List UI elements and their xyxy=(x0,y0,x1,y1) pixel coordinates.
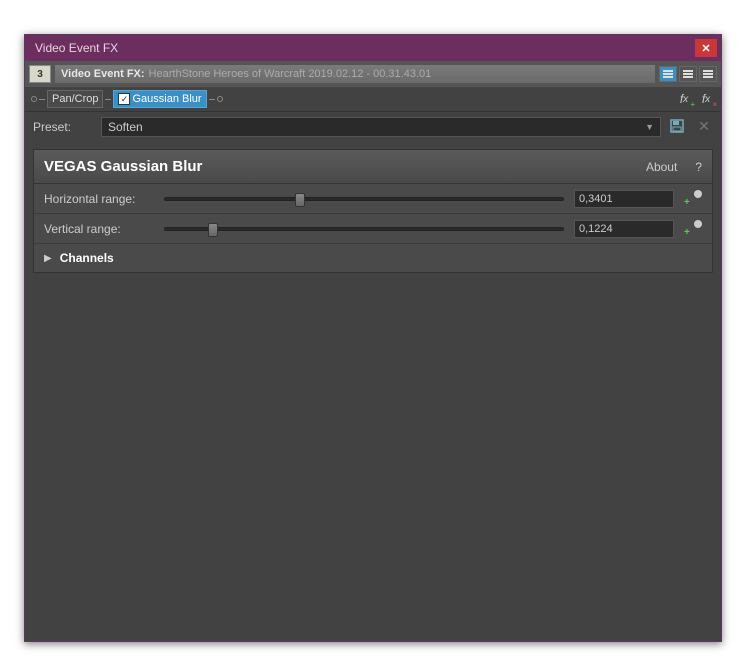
list-icon xyxy=(703,70,713,78)
vertical-range-label: Vertical range: xyxy=(44,222,154,236)
gaussian-blur-node[interactable]: ✓ Gaussian Blur xyxy=(113,90,206,108)
chain-label: Video Event FX: HearthStone Heroes of Wa… xyxy=(55,65,655,83)
keyframe-icon xyxy=(694,220,702,228)
animate-horizontal-button[interactable]: + xyxy=(684,190,702,208)
fx-chain-row: Pan/Crop ✓ Gaussian Blur fx+ fx× xyxy=(25,87,721,111)
chain-connector xyxy=(105,99,111,100)
horizontal-range-row: Horizontal range: 0,3401 + xyxy=(34,184,712,214)
vertical-range-value[interactable]: 0,1224 xyxy=(574,220,674,238)
titlebar[interactable]: Video Event FX xyxy=(25,35,721,61)
preset-label: Preset: xyxy=(33,120,93,134)
view-small-button[interactable] xyxy=(699,66,717,82)
floppy-icon xyxy=(669,118,685,134)
vertical-range-slider[interactable] xyxy=(164,227,564,231)
save-preset-button[interactable] xyxy=(669,118,687,136)
chain-output-dot xyxy=(217,96,223,102)
plus-icon: + xyxy=(684,197,690,208)
close-button[interactable] xyxy=(695,39,717,57)
plus-icon: + xyxy=(684,227,690,238)
horizontal-range-label: Horizontal range: xyxy=(44,192,154,206)
view-medium-button[interactable] xyxy=(679,66,697,82)
effect-panel: VEGAS Gaussian Blur About ? Horizontal r… xyxy=(33,149,713,273)
fx-tools: fx+ fx× xyxy=(675,91,715,107)
fx-window: Video Event FX 3 Video Event FX: HearthS… xyxy=(24,34,722,642)
chain-bar: 3 Video Event FX: HearthStone Heroes of … xyxy=(25,61,721,87)
chevron-down-icon: ▼ xyxy=(645,122,654,132)
channels-label: Channels xyxy=(60,251,114,265)
vertical-range-row: Vertical range: 0,1224 + xyxy=(34,214,712,244)
slider-thumb[interactable] xyxy=(208,223,218,237)
chain-connector xyxy=(209,99,215,100)
panel-header: VEGAS Gaussian Blur About ? xyxy=(34,150,712,184)
keyframe-icon xyxy=(694,190,702,198)
horizontal-range-slider[interactable] xyxy=(164,197,564,201)
fx-enable-checkbox[interactable]: ✓ xyxy=(118,93,130,105)
chain-input-dot xyxy=(31,96,37,102)
chain-connector xyxy=(39,99,45,100)
close-icon xyxy=(702,44,710,52)
animate-vertical-button[interactable]: + xyxy=(684,220,702,238)
view-mode-group xyxy=(659,66,717,82)
add-fx-button[interactable]: fx+ xyxy=(675,91,693,107)
remove-fx-button[interactable]: fx× xyxy=(697,91,715,107)
pancrop-node[interactable]: Pan/Crop xyxy=(47,90,103,108)
expand-arrow-icon: ▶ xyxy=(44,253,52,264)
view-large-button[interactable] xyxy=(659,66,677,82)
list-icon xyxy=(683,70,693,78)
list-icon xyxy=(663,70,673,78)
about-link[interactable]: About xyxy=(646,160,677,174)
preset-dropdown[interactable]: Soften ▼ xyxy=(101,117,661,137)
window-title: Video Event FX xyxy=(35,41,695,55)
delete-preset-button[interactable]: ✕ xyxy=(695,118,713,136)
slider-thumb[interactable] xyxy=(295,193,305,207)
channels-expander[interactable]: ▶ Channels xyxy=(34,244,712,272)
help-link[interactable]: ? xyxy=(695,160,702,174)
horizontal-range-value[interactable]: 0,3401 xyxy=(574,190,674,208)
effect-title: VEGAS Gaussian Blur xyxy=(44,158,646,175)
track-badge[interactable]: 3 xyxy=(29,65,51,83)
preset-row: Preset: Soften ▼ ✕ xyxy=(25,111,721,141)
